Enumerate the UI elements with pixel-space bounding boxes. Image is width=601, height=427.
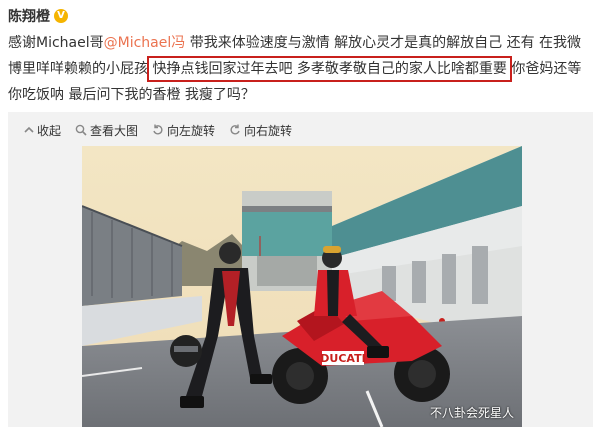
collapse-button[interactable]: 收起 (24, 122, 61, 139)
collapse-label: 收起 (37, 123, 62, 138)
view-large-button[interactable]: 查看大图 (75, 122, 138, 139)
post-text: 感谢Michael哥@Michael冯 带我来体验速度与激情 解放心灵才是真的解… (8, 30, 594, 108)
rotate-left-label: 向左旋转 (167, 123, 216, 138)
rotate-left-icon (152, 124, 164, 136)
rotate-left-button[interactable]: 向左旋转 (152, 122, 215, 139)
media-toolbar: 收起 查看大图 向左旋转 向右旋转 (24, 120, 292, 140)
highlighted-text: 快挣点钱回家过年去吧 多孝敬孝敬自己的家人比啥都重要 (147, 56, 512, 82)
rotate-right-label: 向右旋转 (244, 123, 293, 138)
bike-brand-label: DUCATI (320, 352, 365, 365)
post-text-part-1: 感谢Michael哥 (8, 35, 104, 51)
media-panel: 收起 查看大图 向左旋转 向右旋转 DUCATI 不八卦会死星人 (8, 112, 593, 427)
verified-badge-icon: V (54, 9, 68, 23)
magnifier-icon (75, 124, 87, 136)
photo-illustration: DUCATI (82, 146, 522, 427)
mention-link[interactable]: @Michael冯 (104, 35, 186, 51)
username[interactable]: 陈翔橙 (8, 6, 50, 26)
rotate-right-button[interactable]: 向右旋转 (229, 122, 292, 139)
post-header: 陈翔橙 V (8, 6, 68, 26)
watermark: 不八卦会死星人 (429, 406, 514, 420)
collapse-icon (24, 125, 34, 135)
view-large-label: 查看大图 (90, 123, 139, 138)
post-photo[interactable]: DUCATI 不八卦会死星人 (82, 146, 522, 427)
rotate-right-icon (229, 124, 241, 136)
